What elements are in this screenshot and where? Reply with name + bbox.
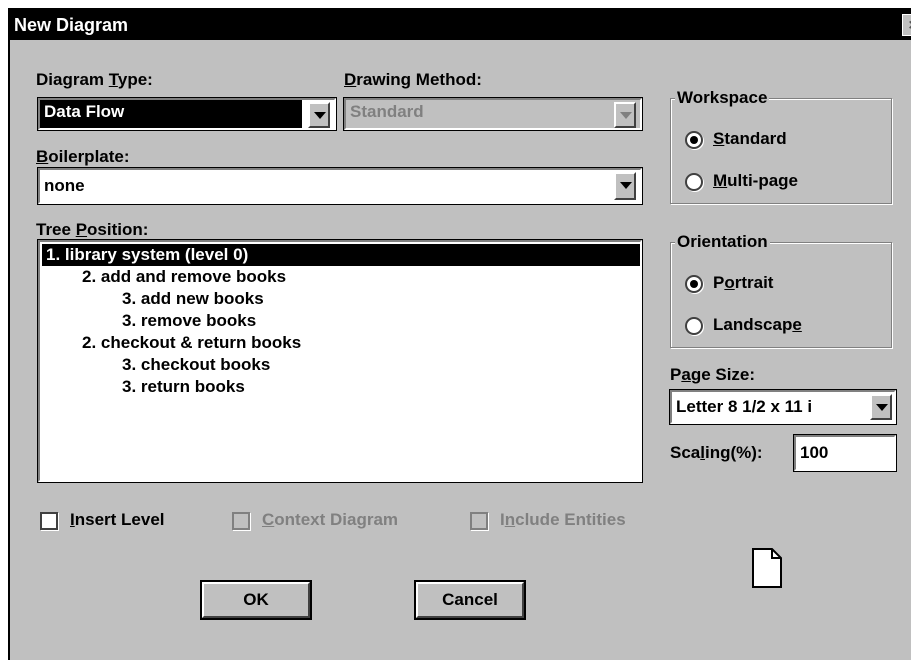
workspace-standard-radio[interactable] xyxy=(685,131,703,149)
orientation-portrait-label[interactable]: Portrait xyxy=(713,273,773,293)
diagram-type-dropdown-arrow-icon[interactable] xyxy=(308,102,330,128)
context-diagram-label: Context Diagram xyxy=(262,510,399,529)
drawing-method-combo: Standard xyxy=(343,97,643,131)
tree-position-label: Tree Position: xyxy=(36,220,149,239)
orientation-landscape-label[interactable]: Landscape xyxy=(713,315,802,335)
context-diagram-checkbox xyxy=(232,512,250,530)
drawing-method-value: Standard xyxy=(350,102,424,121)
page-size-value: Letter 8 1/2 x 11 i xyxy=(676,397,813,416)
workspace-standard-label[interactable]: Standard xyxy=(713,129,787,149)
orientation-group: Orientation Portrait Landscape xyxy=(670,232,892,348)
page-size-combo[interactable]: Letter 8 1/2 x 11 i xyxy=(669,389,897,425)
tree-position-list[interactable]: 1. library system (level 0) 2. add and r… xyxy=(37,239,643,483)
tree-item-level1[interactable]: 2. add and remove books xyxy=(82,266,286,288)
include-entities-checkbox xyxy=(470,512,488,530)
include-entities-label: Include Entities xyxy=(500,510,626,529)
close-icon[interactable]: × xyxy=(902,14,911,36)
tree-item-level2[interactable]: 3. return books xyxy=(122,376,245,398)
tree-item-level2[interactable]: 3. add new books xyxy=(122,288,264,310)
scaling-input[interactable]: 100 xyxy=(793,434,897,472)
workspace-multipage-radio[interactable] xyxy=(685,173,703,191)
orientation-legend: Orientation xyxy=(675,232,770,252)
workspace-multipage-label[interactable]: Multi-page xyxy=(713,171,798,191)
scaling-value: 100 xyxy=(800,443,829,462)
tree-item-level2[interactable]: 3. checkout books xyxy=(122,354,270,376)
ok-button[interactable]: OK xyxy=(200,580,312,620)
diagram-type-value: Data Flow xyxy=(44,102,125,121)
scaling-label: Scaling(%): xyxy=(670,443,763,462)
insert-level-label[interactable]: Insert Level xyxy=(70,510,165,530)
orientation-portrait-radio[interactable] xyxy=(685,275,703,293)
drawing-method-dropdown-arrow-icon xyxy=(614,102,636,128)
diagram-type-label: Diagram Type: xyxy=(36,70,153,89)
window-title: New Diagram xyxy=(14,15,129,35)
boilerplate-label: Boilerplate: xyxy=(36,147,130,166)
drawing-method-label: Drawing Method: xyxy=(344,70,482,89)
page-size-label: Page Size: xyxy=(670,365,756,384)
boilerplate-dropdown-arrow-icon[interactable] xyxy=(614,172,636,200)
workspace-legend: Workspace xyxy=(675,88,770,108)
cancel-button[interactable]: Cancel xyxy=(414,580,526,620)
new-diagram-dialog: New Diagram × Diagram Type: Data Flow Dr… xyxy=(8,8,911,660)
tree-item-level2[interactable]: 3. remove books xyxy=(122,310,256,332)
boilerplate-value: none xyxy=(44,176,85,195)
diagram-type-combo[interactable]: Data Flow xyxy=(37,97,337,131)
insert-level-checkbox[interactable] xyxy=(40,512,58,530)
workspace-group: Workspace Standard Multi-page xyxy=(670,88,892,204)
orientation-landscape-radio[interactable] xyxy=(685,317,703,335)
boilerplate-combo[interactable]: none xyxy=(37,167,643,205)
tree-item-level1[interactable]: 2. checkout & return books xyxy=(82,332,301,354)
page-size-dropdown-arrow-icon[interactable] xyxy=(870,394,892,420)
title-bar: New Diagram × xyxy=(10,10,911,40)
tree-item-level0[interactable]: 1. library system (level 0) xyxy=(42,244,640,266)
page-icon xyxy=(752,548,782,588)
